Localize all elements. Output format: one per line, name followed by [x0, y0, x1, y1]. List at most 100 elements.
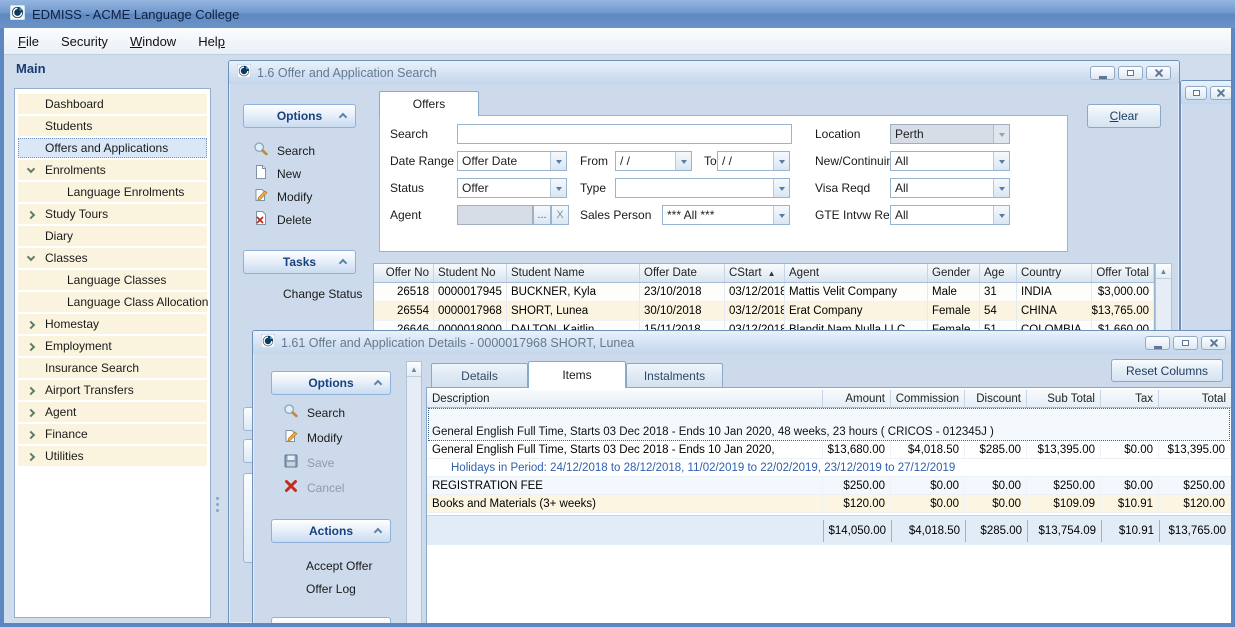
sidebar-item[interactable]: Dashboard — [18, 94, 207, 114]
tree-expand-icon[interactable] — [28, 234, 34, 240]
column-header-cstart[interactable]: CStart▲ — [725, 264, 785, 282]
sidebar-item[interactable]: Agent — [18, 402, 207, 422]
sidebar-item[interactable]: Language Class Allocation — [18, 292, 207, 312]
sidebar-item[interactable]: Study Tours — [18, 204, 207, 224]
column-header-amount[interactable]: Amount — [823, 390, 891, 407]
tree-expand-icon[interactable] — [28, 278, 34, 284]
action-offer-log[interactable]: Offer Log — [306, 582, 356, 596]
restore-button[interactable] — [1185, 86, 1207, 100]
scroll-up-icon[interactable]: ▲ — [1156, 264, 1171, 279]
reset-columns-button[interactable]: Reset Columns — [1111, 359, 1223, 382]
tree-expand-icon[interactable] — [27, 431, 35, 439]
option-search[interactable]: Search — [283, 403, 345, 422]
close-button[interactable] — [1201, 336, 1226, 350]
column-header-total[interactable]: Total — [1159, 390, 1231, 407]
agent-browse-button[interactable]: ... — [533, 205, 551, 225]
selected-group-region[interactable]: General English Full Time, Starts 03 Dec… — [428, 408, 1230, 441]
tree-expand-icon[interactable] — [28, 102, 34, 108]
minimize-button[interactable] — [1145, 336, 1170, 350]
option-save[interactable]: Save — [283, 453, 334, 472]
option-modify[interactable]: Modify — [283, 428, 342, 447]
menu-item[interactable]: File — [18, 34, 39, 49]
tree-expand-icon[interactable] — [28, 190, 34, 196]
action-accept-offer[interactable]: Accept Offer — [306, 559, 372, 573]
sidebar-item[interactable]: Airport Transfers — [18, 380, 207, 400]
close-button[interactable] — [1146, 66, 1171, 80]
tab-items[interactable]: Items — [528, 361, 626, 388]
tree-expand-icon[interactable] — [27, 211, 35, 219]
tree-expand-icon[interactable] — [27, 165, 35, 173]
dropdown-arrow-icon[interactable] — [550, 179, 566, 197]
location-combo[interactable]: Perth — [890, 124, 1010, 144]
tree-expand-icon[interactable] — [28, 146, 34, 152]
sidebar-item[interactable]: Utilities — [18, 446, 207, 466]
dropdown-arrow-icon[interactable] — [675, 152, 691, 170]
tree-expand-icon[interactable] — [27, 453, 35, 461]
clear-button[interactable]: Clear — [1087, 104, 1161, 128]
dropdown-arrow-icon[interactable] — [550, 152, 566, 170]
restore-button[interactable] — [1173, 336, 1198, 350]
dropdown-arrow-icon[interactable] — [993, 206, 1009, 224]
visa-reqd-combo[interactable]: All — [890, 178, 1010, 198]
tree-expand-icon[interactable] — [27, 409, 35, 417]
sidebar-item[interactable]: Language Enrolments — [18, 182, 207, 202]
course-group-row[interactable]: General English Full Time, Starts 03 Dec… — [429, 423, 1229, 440]
gte-intvw-reqd-combo[interactable]: All — [890, 205, 1010, 225]
tree-expand-icon[interactable] — [27, 387, 35, 395]
options-panel-header[interactable]: Options — [243, 104, 356, 128]
column-header-agent[interactable]: Agent — [785, 264, 928, 282]
tree-expand-icon[interactable] — [27, 321, 35, 329]
option-search[interactable]: Search — [253, 141, 315, 160]
option-cancel[interactable]: Cancel — [283, 478, 344, 497]
dropdown-arrow-icon[interactable] — [993, 152, 1009, 170]
search-input[interactable] — [457, 124, 792, 144]
registration-fee-row[interactable]: REGISTRATION FEE $250.00 $0.00 $0.00 $25… — [427, 477, 1231, 495]
tab-details[interactable]: Details — [431, 363, 528, 387]
sidebar-item[interactable]: Classes — [18, 248, 207, 268]
sidebar-item[interactable]: Insurance Search — [18, 358, 207, 378]
sidebar-splitter-handle[interactable] — [216, 497, 219, 500]
details-scrollbar[interactable]: ▲ — [406, 361, 422, 627]
sidebar-item[interactable]: Diary — [18, 226, 207, 246]
tree-expand-icon[interactable] — [27, 343, 35, 351]
dropdown-arrow-icon[interactable] — [993, 179, 1009, 197]
column-header-tax[interactable]: Tax — [1101, 390, 1159, 407]
column-header-country[interactable]: Country — [1017, 264, 1092, 282]
column-header-age[interactable]: Age — [980, 264, 1017, 282]
dropdown-arrow-icon[interactable] — [773, 206, 789, 224]
agent-input[interactable] — [457, 205, 533, 225]
new-continuing-combo[interactable]: All — [890, 151, 1010, 171]
column-header-gender[interactable]: Gender — [928, 264, 980, 282]
dropdown-arrow-icon[interactable] — [773, 179, 789, 197]
column-header-description[interactable]: Description — [427, 390, 823, 407]
option-delete[interactable]: Delete — [253, 210, 312, 229]
tree-expand-icon[interactable] — [28, 300, 34, 306]
books-materials-row[interactable]: Books and Materials (3+ weeks) $120.00 $… — [427, 495, 1231, 513]
column-header-offer-date[interactable]: Offer Date — [640, 264, 725, 282]
result-row[interactable]: 26554 0000017968 SHORT, Lunea 30/10/2018… — [374, 302, 1154, 321]
task-change-status[interactable]: Change Status — [283, 287, 362, 301]
sidebar-item[interactable]: Finance — [18, 424, 207, 444]
course-item-row[interactable]: General English Full Time, Starts 03 Dec… — [427, 441, 1231, 459]
column-header-offer-total[interactable]: Offer Total — [1092, 264, 1154, 282]
tab-offers[interactable]: Offers — [379, 91, 479, 116]
result-row[interactable]: 26518 0000017945 BUCKNER, Kyla 23/10/201… — [374, 283, 1154, 302]
sidebar-item[interactable]: Offers and Applications — [18, 138, 207, 158]
type-combo[interactable] — [615, 178, 790, 198]
status-combo[interactable]: Offer — [457, 178, 567, 198]
column-header-student-name[interactable]: Student Name — [507, 264, 640, 282]
agent-clear-button[interactable]: X — [551, 205, 569, 225]
sidebar-item[interactable]: Employment — [18, 336, 207, 356]
from-date-combo[interactable]: / / — [615, 151, 692, 171]
tree-expand-icon[interactable] — [28, 366, 34, 372]
to-date-combo[interactable]: / / — [717, 151, 790, 171]
tab-instalments[interactable]: Instalments — [626, 363, 723, 387]
scroll-up-icon[interactable]: ▲ — [407, 362, 421, 377]
column-header-discount[interactable]: Discount — [965, 390, 1027, 407]
tasks-panel-header[interactable]: Tasks — [243, 250, 356, 274]
column-header-sub-total[interactable]: Sub Total — [1027, 390, 1101, 407]
tree-expand-icon[interactable] — [27, 253, 35, 261]
sidebar-item[interactable]: Homestay — [18, 314, 207, 334]
sidebar-item[interactable]: Language Classes — [18, 270, 207, 290]
column-header-student-no[interactable]: Student No — [434, 264, 507, 282]
